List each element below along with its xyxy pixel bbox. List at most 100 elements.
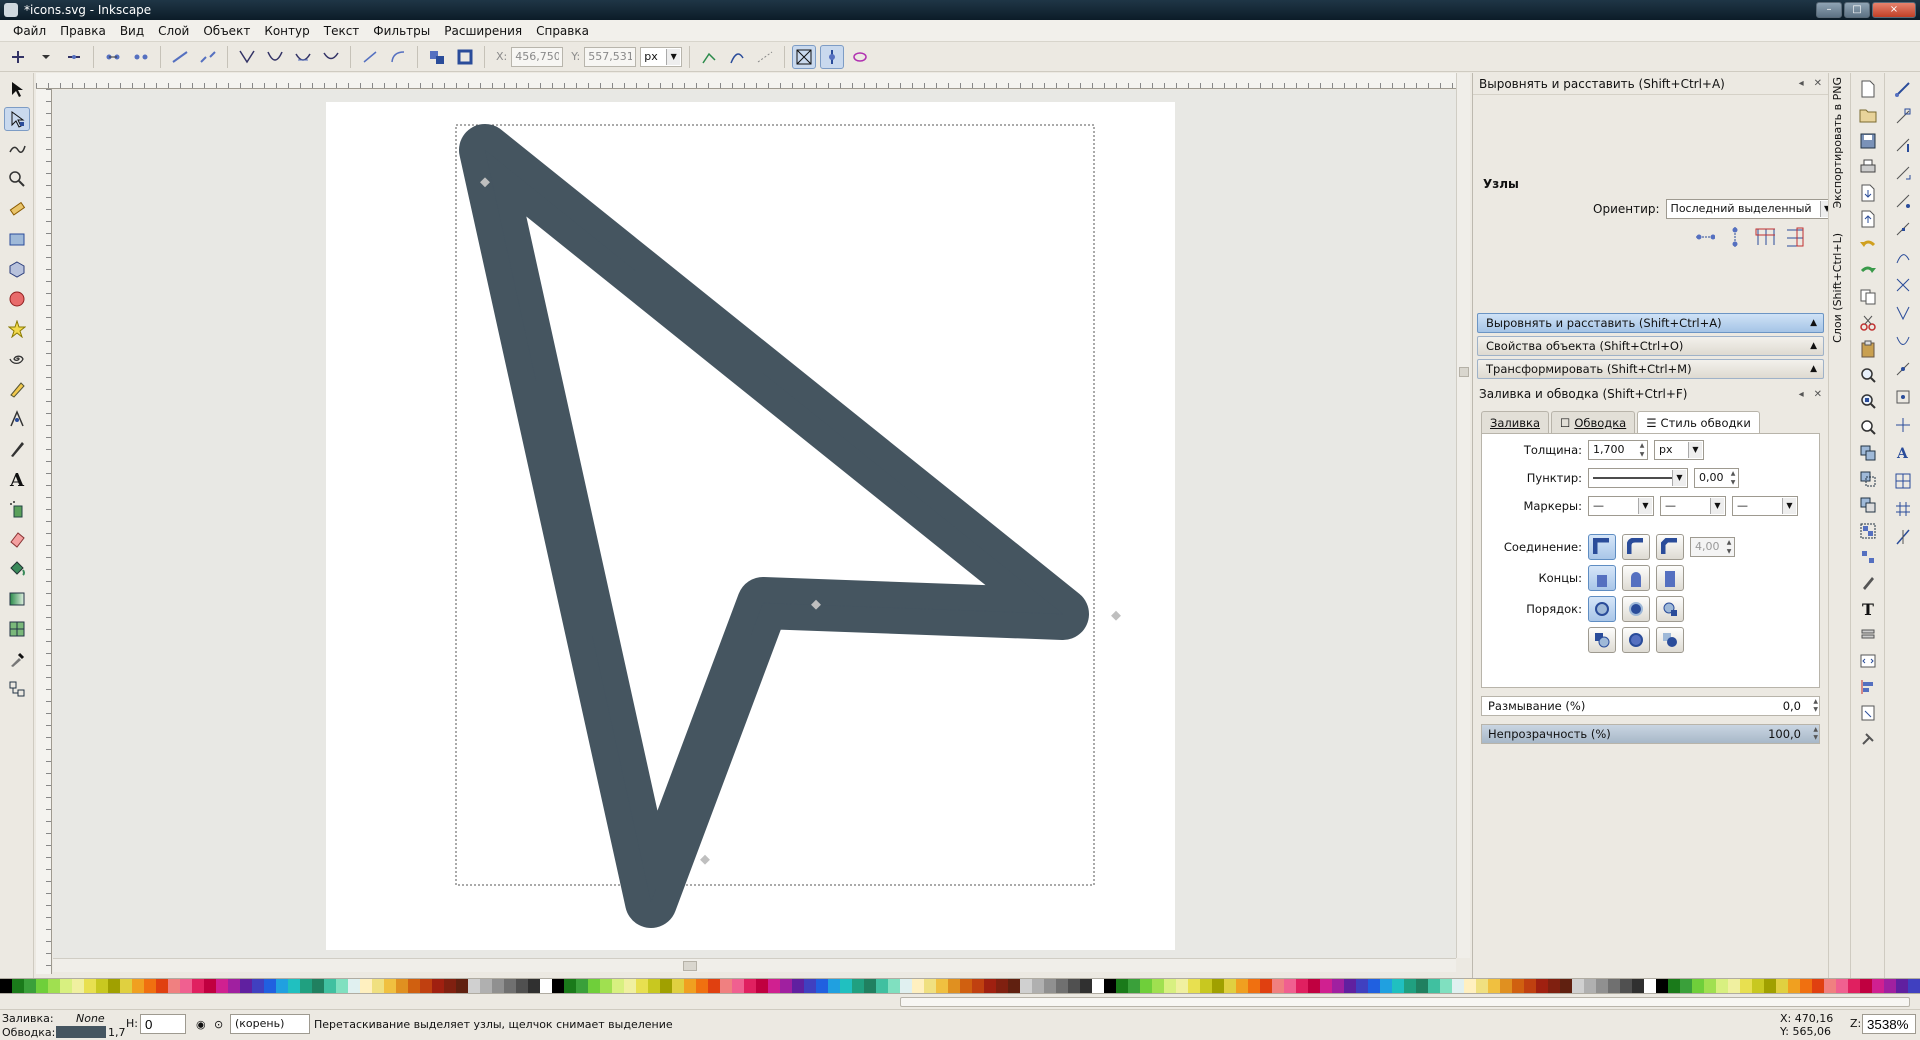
palette-swatch[interactable]	[1692, 979, 1704, 993]
xml-editor-icon[interactable]	[1858, 651, 1878, 671]
rectangle-tool-icon[interactable]	[4, 227, 30, 251]
align-nodes-vertical-icon[interactable]	[1725, 227, 1745, 247]
palette-swatch[interactable]	[1416, 979, 1428, 993]
object-to-path-icon[interactable]	[425, 45, 449, 69]
distribute-nodes-horizontal-icon[interactable]	[1755, 227, 1775, 247]
palette-swatch[interactable]	[1848, 979, 1860, 993]
palette-swatch[interactable]	[1896, 979, 1908, 993]
cap-round-icon[interactable]	[1622, 565, 1650, 591]
order-stroke-fill-markers-icon[interactable]	[1622, 596, 1650, 622]
palette-swatch[interactable]	[1836, 979, 1848, 993]
close-icon[interactable]: ✕	[1814, 78, 1822, 89]
palette-swatch[interactable]	[108, 979, 120, 993]
align-nodes-horizontal-icon[interactable]	[1695, 227, 1715, 247]
pen-tool-icon[interactable]	[4, 407, 30, 431]
palette-swatch[interactable]	[48, 979, 60, 993]
palette-swatch[interactable]	[0, 979, 12, 993]
palette-swatch[interactable]	[1632, 979, 1644, 993]
snap-text-baseline-icon[interactable]: A	[1893, 443, 1913, 463]
palette-swatch[interactable]	[1260, 979, 1272, 993]
3d-box-tool-icon[interactable]	[4, 257, 30, 281]
palette-swatch[interactable]	[1596, 979, 1608, 993]
preferences-icon[interactable]	[1858, 729, 1878, 749]
palette-swatch[interactable]	[564, 979, 576, 993]
palette-swatch[interactable]	[1740, 979, 1752, 993]
spin-arrows-icon[interactable]: ▲ ▼	[1813, 726, 1818, 742]
relative-to-select[interactable]: Последний выделенный ▼	[1665, 199, 1836, 219]
node-cusp-icon[interactable]	[235, 45, 259, 69]
stroke-to-path-icon[interactable]	[453, 45, 477, 69]
palette-swatch[interactable]	[1308, 979, 1320, 993]
node-smooth-icon[interactable]	[263, 45, 287, 69]
paint-bucket-tool-icon[interactable]	[4, 557, 30, 581]
segment-curve-icon[interactable]	[386, 45, 410, 69]
palette-swatch[interactable]	[720, 979, 732, 993]
zoom-input[interactable]	[1862, 1014, 1916, 1034]
spin-arrows-icon[interactable]: ▲ ▼	[1728, 469, 1738, 487]
palette-swatch[interactable]	[264, 979, 276, 993]
palette-swatch[interactable]	[768, 979, 780, 993]
palette-swatch[interactable]	[1116, 979, 1128, 993]
palette-swatch[interactable]	[1644, 979, 1656, 993]
palette-swatch[interactable]	[1356, 979, 1368, 993]
palette-swatch[interactable]	[1584, 979, 1596, 993]
palette-swatch[interactable]	[144, 979, 156, 993]
palette-swatch[interactable]	[1512, 979, 1524, 993]
palette-swatch[interactable]	[1080, 979, 1092, 993]
palette-swatch[interactable]	[1032, 979, 1044, 993]
palette-swatch[interactable]	[288, 979, 300, 993]
unit-select[interactable]: px ▼	[640, 46, 683, 67]
palette-swatch[interactable]	[420, 979, 432, 993]
close-icon[interactable]: ✕	[1814, 389, 1822, 400]
document-properties-icon[interactable]	[1858, 703, 1878, 723]
menu-edit[interactable]: Правка	[53, 24, 113, 38]
palette-swatch[interactable]	[468, 979, 480, 993]
opacity-slider[interactable]: Непрозрачность (%) 100,0 ▲ ▼	[1481, 724, 1820, 744]
tab-fill[interactable]: Заливка	[1481, 411, 1550, 433]
snap-page-border-icon[interactable]	[1893, 471, 1913, 491]
spin-arrows-icon[interactable]: ▲ ▼	[1637, 441, 1647, 459]
edit-mask-icon[interactable]	[848, 45, 872, 69]
break-path-icon[interactable]	[129, 45, 153, 69]
export-png-tab[interactable]: Экспортировать в PNG	[1831, 77, 1844, 209]
palette-swatch[interactable]	[12, 979, 24, 993]
palette-swatch[interactable]	[252, 979, 264, 993]
show-handles-icon[interactable]	[792, 44, 817, 69]
join-miter-icon[interactable]	[1588, 534, 1616, 560]
palette-swatch[interactable]	[1524, 979, 1536, 993]
palette-swatch[interactable]	[1392, 979, 1404, 993]
cut-icon[interactable]	[1858, 313, 1878, 333]
export-icon[interactable]	[1858, 209, 1878, 229]
palette-swatch[interactable]	[504, 979, 516, 993]
scrollbar-thumb[interactable]	[683, 961, 697, 971]
show-clipping-path-icon[interactable]	[820, 44, 845, 69]
palette-swatch[interactable]	[1452, 979, 1464, 993]
palette-swatch[interactable]	[396, 979, 408, 993]
save-icon[interactable]	[1858, 131, 1878, 151]
palette-scroll-track[interactable]	[900, 997, 1910, 1007]
palette-swatch[interactable]	[1428, 979, 1440, 993]
palette-swatch[interactable]	[972, 979, 984, 993]
dropper-tool-icon[interactable]	[4, 647, 30, 671]
palette-swatch[interactable]	[1548, 979, 1560, 993]
palette-swatch[interactable]	[1656, 979, 1668, 993]
palette-swatch[interactable]	[1824, 979, 1836, 993]
palette-swatch[interactable]	[612, 979, 624, 993]
palette-swatch[interactable]	[1764, 979, 1776, 993]
palette-swatch[interactable]	[1704, 979, 1716, 993]
paste-icon[interactable]	[1858, 339, 1878, 359]
menu-path[interactable]: Контур	[257, 24, 316, 38]
fill-indicator-value[interactable]: None	[76, 1012, 105, 1025]
palette-swatch[interactable]	[672, 979, 684, 993]
palette-swatch[interactable]	[1404, 979, 1416, 993]
palette-swatch[interactable]	[1440, 979, 1452, 993]
snap-nodes-icon[interactable]	[1893, 219, 1913, 239]
palette-swatch[interactable]	[1296, 979, 1308, 993]
panel-transform-tab[interactable]: Трансформировать (Shift+Ctrl+M) ▲	[1477, 359, 1824, 379]
group-icon[interactable]	[1858, 521, 1878, 541]
palette-swatch[interactable]	[552, 979, 564, 993]
palette-swatch[interactable]	[648, 979, 660, 993]
palette-swatch[interactable]	[1200, 979, 1212, 993]
palette-swatch[interactable]	[924, 979, 936, 993]
dash-pattern-select[interactable]: ▼	[1588, 468, 1688, 488]
